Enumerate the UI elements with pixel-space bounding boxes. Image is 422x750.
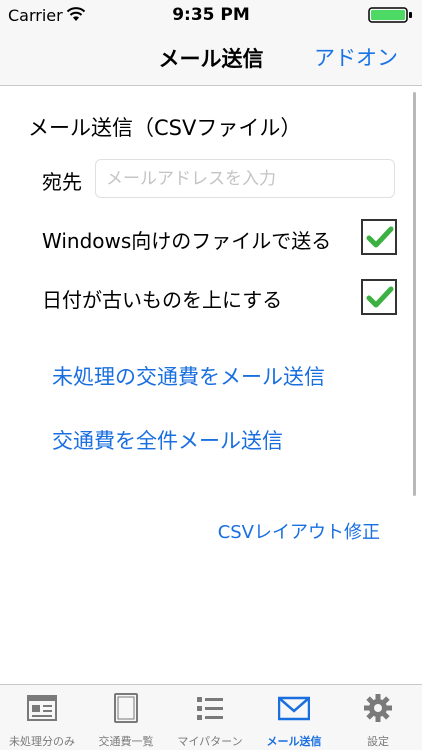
csv-layout-edit-button[interactable]: CSVレイアウト修正	[218, 518, 380, 544]
tab-bar: 未処理分のみ 交通費一覧 マイパターン メール送信 設定	[0, 684, 422, 750]
checkmark-icon	[366, 226, 394, 248]
windows-file-option-label: Windows向けのファイルで送る	[42, 229, 332, 253]
tab-label: 未処理分のみ	[9, 735, 75, 748]
document-icon	[114, 693, 138, 723]
tab-label: 交通費一覧	[98, 735, 154, 748]
gear-icon	[364, 694, 392, 722]
checkmark-icon	[366, 286, 394, 308]
tab-expense-list[interactable]: 交通費一覧	[84, 685, 168, 750]
tab-label: マイパターン	[177, 735, 243, 748]
tab-my-patterns[interactable]: マイパターン	[168, 685, 252, 750]
tab-label: 設定	[367, 735, 389, 748]
battery-icon	[368, 7, 412, 23]
status-bar: Carrier 9:35 PM	[0, 0, 422, 28]
tab-mail-send[interactable]: メール送信	[252, 685, 336, 750]
tab-unprocessed[interactable]: 未処理分のみ	[0, 685, 84, 750]
section-title: メール送信（CSVファイル）	[28, 116, 302, 140]
send-all-button[interactable]: 交通費を全件メール送信	[52, 425, 283, 455]
send-unprocessed-button[interactable]: 未処理の交通費をメール送信	[52, 361, 325, 391]
mail-icon	[278, 696, 310, 721]
window-icon	[27, 695, 57, 721]
oldest-first-option-label: 日付が古いものを上にする	[42, 288, 283, 312]
navigation-bar: メール送信 アドオン	[0, 28, 422, 86]
oldest-first-checkbox[interactable]	[361, 279, 397, 315]
recipient-label: 宛先	[42, 170, 82, 194]
tab-label: メール送信	[266, 735, 322, 748]
tab-settings[interactable]: 設定	[336, 685, 420, 750]
list-icon	[197, 697, 223, 720]
scroll-indicator	[413, 92, 416, 496]
screen: Carrier 9:35 PM メール送信 アドオン メール送信（CSVファイル…	[0, 0, 422, 750]
clock: 9:35 PM	[172, 5, 250, 25]
windows-file-checkbox[interactable]	[361, 219, 397, 255]
addon-button[interactable]: アドオン	[314, 42, 398, 72]
email-address-input[interactable]	[95, 159, 395, 198]
